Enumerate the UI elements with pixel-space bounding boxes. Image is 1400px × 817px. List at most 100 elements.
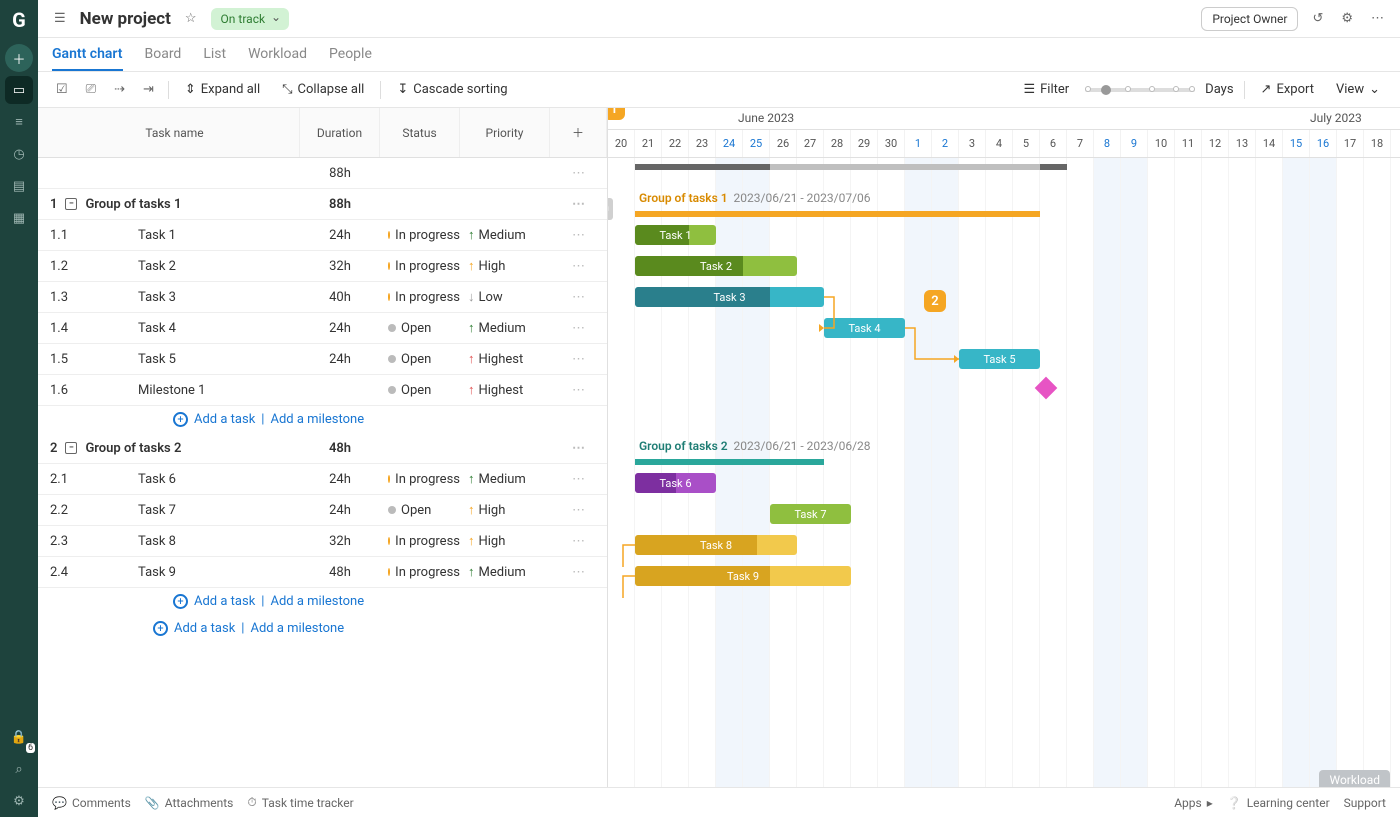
task-priority[interactable]: ↑ High [460, 502, 550, 518]
day-cell[interactable]: 5 [1013, 130, 1040, 157]
row-menu[interactable]: ⋯ [550, 321, 607, 336]
day-cell[interactable]: 2 [932, 130, 959, 157]
row-menu[interactable]: ⋯ [550, 197, 607, 212]
day-cell[interactable]: 10 [1148, 130, 1175, 157]
task-row[interactable]: 1.2Task 2 32hIn progress↑ High⋯ [38, 251, 607, 282]
gantt-body[interactable]: Group of tasks 1 2023/06/21 - 2023/07/06… [608, 158, 1400, 787]
tab-workload[interactable]: Workload [248, 38, 307, 71]
task-row[interactable]: 1.4Task 4 24hOpen↑ Medium⋯ [38, 313, 607, 344]
cascade-sort-button[interactable]: ↧ Cascade sorting [391, 78, 513, 101]
history-icon[interactable]: ↺ [1308, 7, 1327, 30]
favorite-star-icon[interactable]: ☆ [181, 7, 201, 30]
day-cell[interactable]: 24 [716, 130, 743, 157]
task-status[interactable]: In progress [380, 290, 460, 305]
day-cell[interactable]: 21 [635, 130, 662, 157]
task-priority[interactable]: ↑ Highest [460, 351, 550, 367]
task-priority[interactable]: ↑ High [460, 258, 550, 274]
day-cell[interactable]: 4 [986, 130, 1013, 157]
day-cell[interactable]: 16 [1310, 130, 1337, 157]
link-tool-icon[interactable]: ⇢ [110, 78, 129, 101]
task-priority[interactable]: ↑ Medium [460, 564, 550, 580]
task-bar[interactable]: Task 7 [770, 504, 851, 524]
task-bar[interactable]: Task 8 [635, 535, 797, 555]
attachments-button[interactable]: 📎 Attachments [145, 796, 234, 810]
folder-icon[interactable]: ▭ [5, 76, 33, 104]
add-task-link[interactable]: Add a task [194, 594, 255, 609]
task-row[interactable]: 1.6Milestone 1 Open↑ Highest⋯ [38, 375, 607, 406]
settings-icon[interactable]: ⚙ [5, 787, 33, 815]
task-bar[interactable]: Task 5 [959, 349, 1040, 369]
day-cell[interactable]: 28 [824, 130, 851, 157]
day-cell[interactable]: 25 [743, 130, 770, 157]
day-cell[interactable]: 29 [851, 130, 878, 157]
task-row[interactable]: 2.1Task 6 24hIn progress↑ Medium⋯ [38, 464, 607, 495]
task-row[interactable]: 1.3Task 3 40hIn progress↓ Low⋯ [38, 282, 607, 313]
task-priority[interactable]: ↑ High [460, 533, 550, 549]
learning-center-button[interactable]: ❔ Learning center [1227, 796, 1330, 810]
task-status[interactable]: Open [380, 383, 460, 398]
task-bar[interactable]: Task 4 [824, 318, 905, 338]
row-menu[interactable]: ⋯ [550, 259, 607, 274]
group-row[interactable]: 2− Group of tasks 2 48h⋯ [38, 433, 607, 464]
day-cell[interactable]: 9 [1121, 130, 1148, 157]
add-task-link[interactable]: Add a task [194, 412, 255, 427]
day-cell[interactable]: 8 [1094, 130, 1121, 157]
task-bar[interactable]: Task 2 [635, 256, 797, 276]
task-priority[interactable]: ↑ Medium [460, 471, 550, 487]
row-menu[interactable]: ⋯ [550, 352, 607, 367]
day-cell[interactable]: 26 [770, 130, 797, 157]
day-cell[interactable]: 11 [1175, 130, 1202, 157]
task-priority[interactable]: ↑ Medium [460, 227, 550, 243]
task-bar[interactable]: Task 3 [635, 287, 824, 307]
more-icon[interactable]: ⋯ [1367, 7, 1388, 30]
project-settings-icon[interactable]: ⚙ [1337, 7, 1357, 30]
row-menu[interactable]: ⋯ [550, 472, 607, 487]
comments-button[interactable]: 💬 Comments [52, 796, 131, 810]
task-row[interactable]: 1.1Task 1 24hIn progress↑ Medium⋯ [38, 220, 607, 251]
day-cell[interactable]: 3 [959, 130, 986, 157]
tab-board[interactable]: Board [145, 38, 182, 71]
time-tracker-button[interactable]: ⏱ Task time tracker [247, 795, 353, 810]
collapse-all-button[interactable]: ⤡ Collapse all [276, 78, 370, 101]
task-row[interactable]: 2.2Task 7 24hOpen↑ High⋯ [38, 495, 607, 526]
task-priority[interactable]: ↓ Low [460, 289, 550, 305]
checkbox-tool-icon[interactable]: ☑ [52, 78, 72, 101]
group-bar[interactable] [635, 459, 824, 465]
apps-button[interactable]: Apps ▸ [1174, 796, 1213, 810]
row-menu[interactable]: ⋯ [550, 290, 607, 305]
task-bar[interactable]: Task 1 [635, 225, 716, 245]
tab-people[interactable]: People [329, 38, 372, 71]
task-priority[interactable]: ↑ Medium [460, 320, 550, 336]
create-button[interactable]: ＋ [5, 44, 33, 72]
project-status-chip[interactable]: On track [211, 8, 290, 30]
task-status[interactable]: In progress [380, 565, 460, 580]
row-menu[interactable]: ⋯ [550, 503, 607, 518]
task-status[interactable]: Open [380, 503, 460, 518]
row-menu[interactable]: ⋯ [550, 534, 607, 549]
task-status[interactable]: Open [380, 321, 460, 336]
apps-icon[interactable]: ▦ [5, 204, 33, 232]
day-cell[interactable]: 7 [1067, 130, 1094, 157]
add-task-link[interactable]: Add a task [174, 621, 235, 636]
add-milestone-link[interactable]: Add a milestone [250, 621, 344, 636]
project-summary-bar[interactable] [635, 164, 1067, 170]
add-milestone-link[interactable]: Add a milestone [270, 412, 364, 427]
add-column-button[interactable]: ＋ [550, 108, 607, 157]
day-cell[interactable]: 15 [1283, 130, 1310, 157]
task-priority[interactable]: ↑ Highest [460, 382, 550, 398]
indent-tool-icon[interactable]: ⇥ [139, 78, 158, 101]
task-row[interactable]: 2.4Task 9 48hIn progress↑ Medium⋯ [38, 557, 607, 588]
task-status[interactable]: In progress [380, 472, 460, 487]
task-status[interactable]: Open [380, 352, 460, 367]
row-menu[interactable]: ⋯ [550, 166, 607, 181]
day-cell[interactable]: 6 [1040, 130, 1067, 157]
add-milestone-link[interactable]: Add a milestone [270, 594, 364, 609]
task-status[interactable]: In progress [380, 534, 460, 549]
day-cell[interactable]: 20 [608, 130, 635, 157]
task-bar[interactable]: Task 9 [635, 566, 851, 586]
hierarchy-icon[interactable]: ☰ [50, 7, 70, 30]
task-bar[interactable]: Task 6 [635, 473, 716, 493]
day-cell[interactable]: 14 [1256, 130, 1283, 157]
day-cell[interactable]: 12 [1202, 130, 1229, 157]
day-cell[interactable]: 18 [1364, 130, 1391, 157]
